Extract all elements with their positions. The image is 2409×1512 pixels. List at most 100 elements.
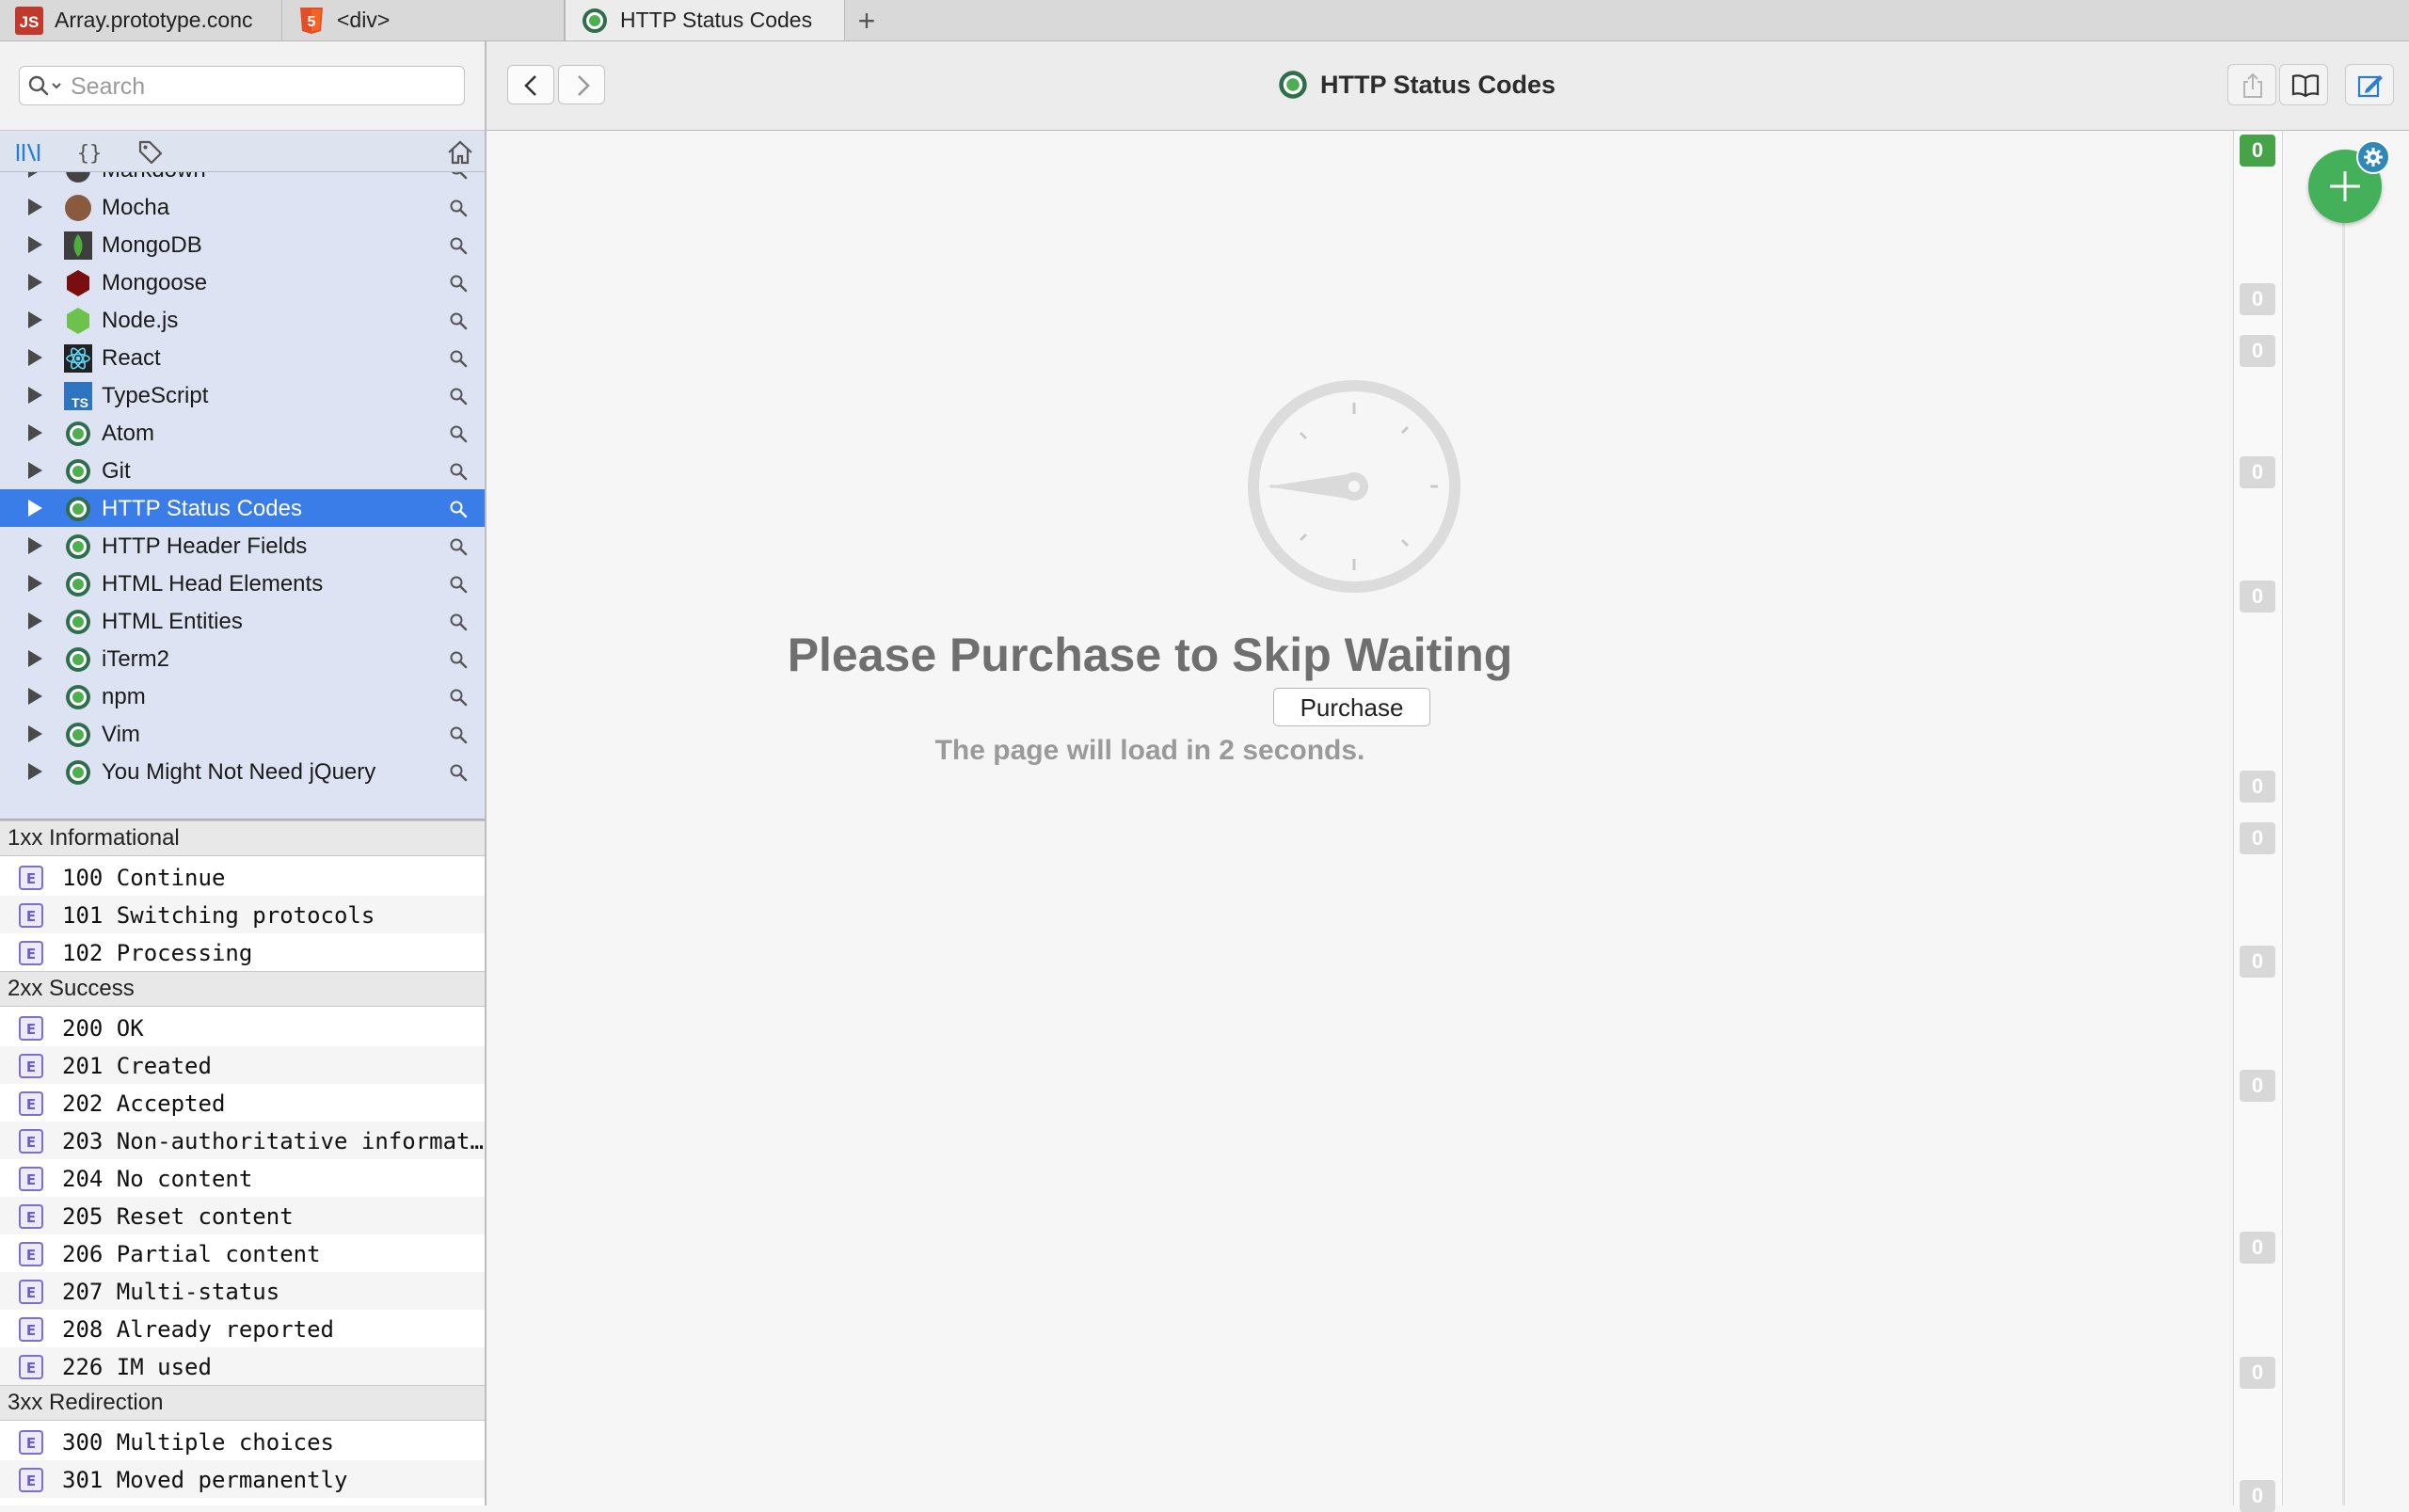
disclosure-triangle-icon[interactable] xyxy=(28,387,42,404)
search-in-docset-icon[interactable] xyxy=(449,172,468,180)
share-button[interactable] xyxy=(2227,64,2276,105)
annotate-button[interactable] xyxy=(2345,64,2394,105)
disclosure-triangle-icon[interactable] xyxy=(28,688,42,705)
disclosure-triangle-icon[interactable] xyxy=(28,172,42,178)
entry-row[interactable]: E302 Found xyxy=(0,1498,485,1505)
docset-item-http-status-codes[interactable]: HTTP Status Codes xyxy=(0,489,485,527)
search-in-docset-icon[interactable] xyxy=(449,387,468,406)
search-in-docset-icon[interactable] xyxy=(449,236,468,255)
new-tab-button[interactable]: + xyxy=(852,4,882,38)
search-input[interactable] xyxy=(69,71,449,103)
annotation-count-badge[interactable]: 0 xyxy=(2240,283,2275,315)
search-in-docset-icon[interactable] xyxy=(449,688,468,707)
annotation-count-badge[interactable]: 0 xyxy=(2240,456,2275,488)
disclosure-triangle-icon[interactable] xyxy=(28,613,42,629)
search-in-docset-icon[interactable] xyxy=(449,763,468,782)
library-icon[interactable] xyxy=(14,138,42,167)
home-icon[interactable] xyxy=(446,138,474,167)
tab-div[interactable]: 5 <div> xyxy=(282,0,565,40)
docset-item-mongodb[interactable]: MongoDB xyxy=(0,226,485,263)
docset-item-iterm2[interactable]: iTerm2 xyxy=(0,640,485,677)
annotation-count-badge[interactable]: 0 xyxy=(2240,771,2275,803)
entry-row[interactable]: E 101 Switching protocols xyxy=(0,896,485,933)
disclosure-triangle-icon[interactable] xyxy=(28,236,42,253)
entry-row[interactable]: E 301 Moved permanently xyxy=(0,1460,485,1498)
purchase-button[interactable]: Purchase xyxy=(1273,688,1430,726)
search-in-docset-icon[interactable] xyxy=(449,199,468,217)
tab-http-status-codes[interactable]: HTTP Status Codes xyxy=(565,0,845,40)
entry-type-icon: E xyxy=(19,1280,43,1304)
search-in-docset-icon[interactable] xyxy=(449,575,468,594)
back-button[interactable] xyxy=(507,65,554,104)
entry-row[interactable]: E 100 Continue xyxy=(0,858,485,896)
docset-item-atom[interactable]: Atom xyxy=(0,414,485,452)
search-in-docset-icon[interactable] xyxy=(449,650,468,669)
disclosure-triangle-icon[interactable] xyxy=(28,199,42,215)
search-in-docset-icon[interactable] xyxy=(449,613,468,631)
annotation-count-badge[interactable]: 0 xyxy=(2240,335,2275,367)
entry-row[interactable]: E 200 OK xyxy=(0,1009,485,1046)
disclosure-triangle-icon[interactable] xyxy=(28,725,42,742)
annotation-count-badge[interactable]: 0 xyxy=(2240,1480,2275,1512)
docset-item-mongoose[interactable]: Mongoose xyxy=(0,263,485,301)
docset-item-mocha[interactable]: Mocha xyxy=(0,188,485,226)
entry-row[interactable]: E 208 Already reported xyxy=(0,1310,485,1347)
forward-button[interactable] xyxy=(558,65,605,104)
entry-row[interactable]: E 204 No content xyxy=(0,1159,485,1197)
annotation-settings-button[interactable] xyxy=(2356,140,2390,174)
docset-label: HTML Head Elements xyxy=(102,571,324,597)
docset-item-typescript[interactable]: TS TypeScript xyxy=(0,376,485,414)
docset-item-markdown[interactable]: Markdown xyxy=(0,172,485,188)
search-in-docset-icon[interactable] xyxy=(449,424,468,443)
bookmarks-button[interactable] xyxy=(2279,64,2328,105)
tag-icon[interactable] xyxy=(136,138,165,167)
search-in-docset-icon[interactable] xyxy=(449,349,468,368)
entry-row[interactable]: E 203 Non-authoritative information xyxy=(0,1122,485,1159)
annotation-count-badge[interactable]: 0 xyxy=(2240,135,2275,167)
disclosure-triangle-icon[interactable] xyxy=(28,462,42,479)
annotation-count-badge[interactable]: 0 xyxy=(2240,822,2275,854)
disclosure-triangle-icon[interactable] xyxy=(28,650,42,667)
search-field[interactable] xyxy=(19,66,465,105)
annotation-count-badge[interactable]: 0 xyxy=(2240,946,2275,978)
disclosure-triangle-icon[interactable] xyxy=(28,575,42,592)
mongodb-icon xyxy=(64,231,92,260)
docset-ring-icon xyxy=(66,534,90,559)
braces-icon[interactable]: {} xyxy=(75,138,104,167)
disclosure-triangle-icon[interactable] xyxy=(28,763,42,780)
docset-item-html-entities[interactable]: HTML Entities xyxy=(0,602,485,640)
entry-row[interactable]: E 202 Accepted xyxy=(0,1084,485,1122)
entry-row[interactable]: E 206 Partial content xyxy=(0,1234,485,1272)
entry-row[interactable]: E 205 Reset content xyxy=(0,1197,485,1234)
docset-item-http-header-fields[interactable]: HTTP Header Fields xyxy=(0,527,485,565)
docset-item-git[interactable]: Git xyxy=(0,452,485,489)
search-in-docset-icon[interactable] xyxy=(449,274,468,293)
search-in-docset-icon[interactable] xyxy=(449,537,468,556)
docset-item-html-head-elements[interactable]: HTML Head Elements xyxy=(0,565,485,602)
docset-item-vim[interactable]: Vim xyxy=(0,715,485,753)
annotation-count-badge[interactable]: 0 xyxy=(2240,1357,2275,1389)
search-in-docset-icon[interactable] xyxy=(449,500,468,518)
disclosure-triangle-icon[interactable] xyxy=(28,274,42,291)
annotation-count-badge[interactable]: 0 xyxy=(2240,581,2275,613)
disclosure-triangle-icon[interactable] xyxy=(28,349,42,366)
tab-array-prototype-concat[interactable]: JS Array.prototype.conc xyxy=(0,0,282,40)
disclosure-triangle-icon[interactable] xyxy=(28,537,42,554)
docset-item-you-might-not-need-jquery[interactable]: You Might Not Need jQuery xyxy=(0,753,485,790)
docset-item-node-js[interactable]: Node.js xyxy=(0,301,485,339)
disclosure-triangle-icon[interactable] xyxy=(28,424,42,441)
search-in-docset-icon[interactable] xyxy=(449,311,468,330)
search-in-docset-icon[interactable] xyxy=(449,462,468,481)
docset-item-react[interactable]: React xyxy=(0,339,485,376)
entry-row[interactable]: E 201 Created xyxy=(0,1046,485,1084)
annotation-count-badge[interactable]: 0 xyxy=(2240,1070,2275,1102)
entry-row[interactable]: E 102 Processing xyxy=(0,933,485,971)
disclosure-triangle-icon[interactable] xyxy=(28,311,42,328)
annotation-count-badge[interactable]: 0 xyxy=(2240,1232,2275,1264)
disclosure-triangle-icon[interactable] xyxy=(28,500,42,517)
search-in-docset-icon[interactable] xyxy=(449,725,468,744)
entry-row[interactable]: E 300 Multiple choices xyxy=(0,1423,485,1460)
docset-item-npm[interactable]: npm xyxy=(0,677,485,715)
entry-row[interactable]: E 207 Multi-status xyxy=(0,1272,485,1310)
entry-row[interactable]: E 226 IM used xyxy=(0,1347,485,1385)
